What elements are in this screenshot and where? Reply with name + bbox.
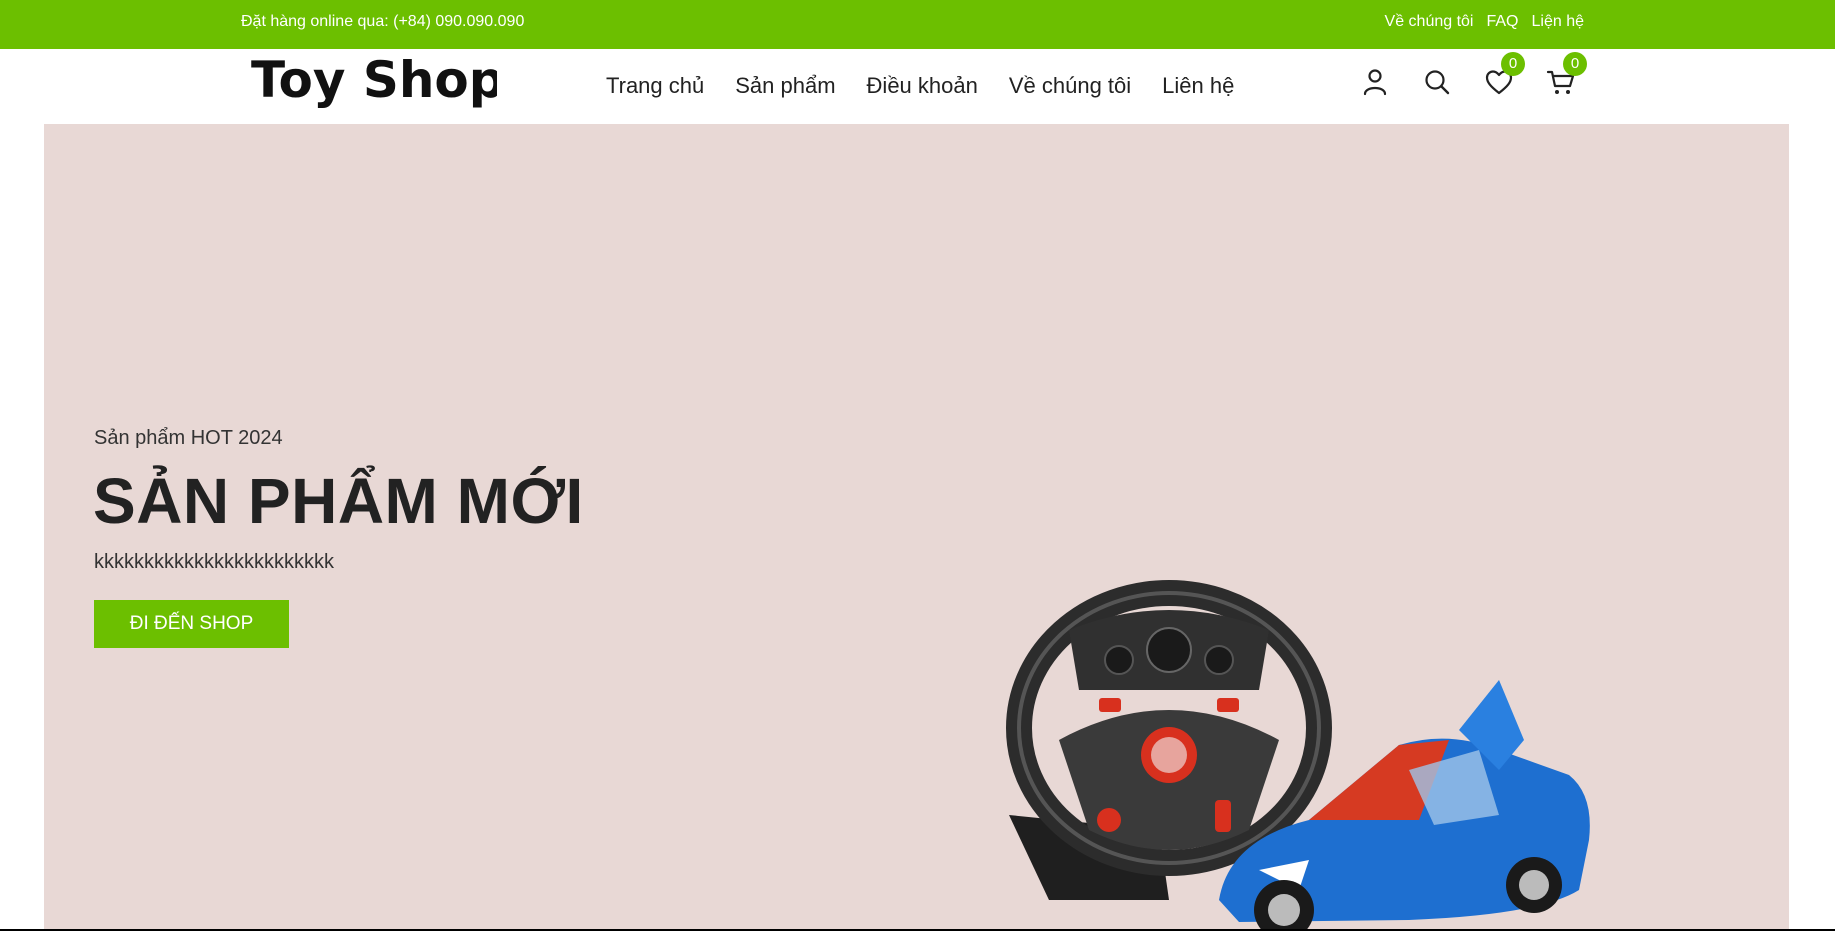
logo-text: Toy Shop [251, 53, 497, 109]
search-button[interactable] [1420, 65, 1454, 99]
cart-button[interactable]: 0 [1544, 52, 1587, 99]
top-link-about[interactable]: Về chúng tôi [1385, 13, 1474, 31]
nav-terms[interactable]: Điều khoản [867, 73, 978, 99]
user-icon [1363, 69, 1387, 96]
top-link-faq[interactable]: FAQ [1486, 13, 1518, 31]
header-icons: 0 0 [1358, 52, 1587, 99]
main-header: Toy Shop Trang chủ Sản phẩm Điều khoản V… [0, 49, 1835, 124]
top-bar: Đặt hàng online qua: (+84) 090.090.090 V… [0, 0, 1835, 49]
nav-contact[interactable]: Liên hệ [1162, 73, 1234, 99]
search-icon [1425, 70, 1450, 95]
hero-description: kkkkkkkkkkkkkkkkkkkkkkkk [94, 551, 334, 573]
top-link-contact[interactable]: Liện hệ [1532, 13, 1585, 31]
go-to-shop-button[interactable]: ĐI ĐẾN SHOP [94, 600, 289, 648]
nav-about[interactable]: Về chúng tôi [1009, 73, 1131, 99]
main-nav: Trang chủ Sản phẩm Điều khoản Về chúng t… [606, 73, 1234, 99]
wishlist-count-badge: 0 [1501, 52, 1525, 76]
hero-product-image [979, 570, 1619, 931]
nav-products[interactable]: Sản phẩm [735, 73, 835, 99]
hero-title: SẢN PHẨM MỚI [93, 465, 584, 537]
wishlist-button[interactable]: 0 [1482, 52, 1525, 99]
top-links: Về chúng tôi FAQ Liện hệ [1385, 13, 1584, 31]
nav-home[interactable]: Trang chủ [606, 73, 704, 99]
hotline-text: Đặt hàng online qua: (+84) 090.090.090 [241, 13, 525, 30]
cart-count-badge: 0 [1563, 52, 1587, 76]
site-logo[interactable]: Toy Shop [247, 53, 497, 115]
hero-banner: Sản phẩm HOT 2024 SẢN PHẨM MỚI kkkkkkkkk… [44, 124, 1789, 931]
account-button[interactable] [1358, 65, 1392, 99]
hero-eyebrow: Sản phẩm HOT 2024 [94, 427, 283, 449]
